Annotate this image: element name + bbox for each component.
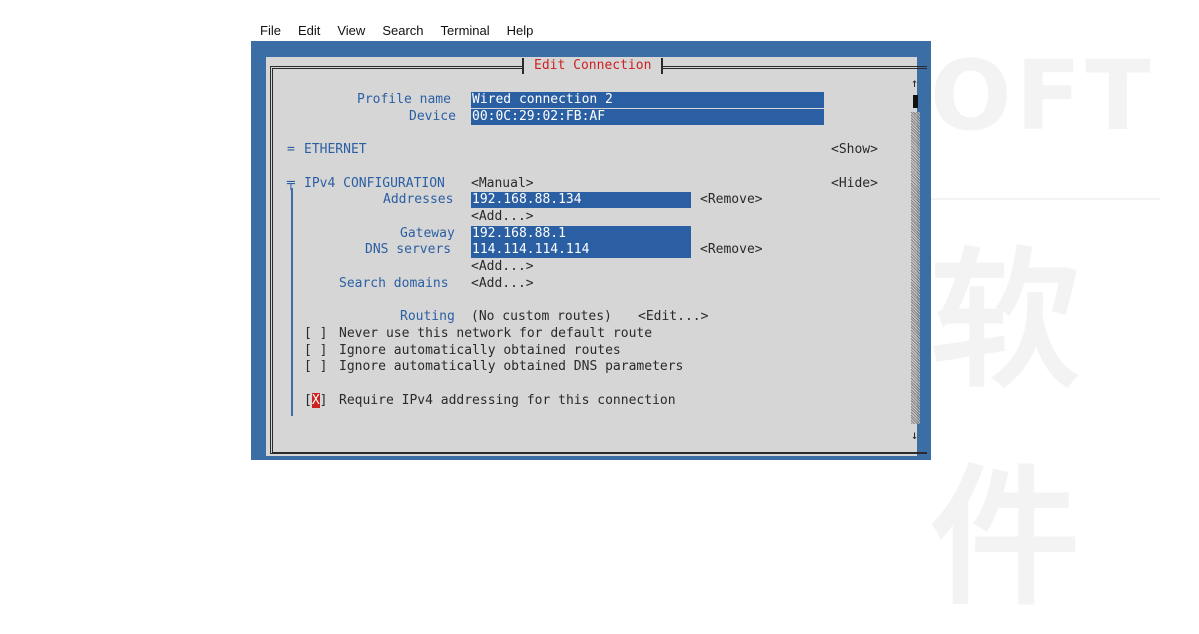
dns-server-input[interactable]: 114.114.114.114 [471,242,691,258]
ipv4-mode-dropdown[interactable]: <Manual> [471,176,534,192]
routing-value: (No custom routes) [471,309,612,324]
checkbox-require-ipv4[interactable]: [X] [304,393,327,409]
routing-edit-button[interactable]: <Edit...> [638,309,708,325]
profile-name-label: Profile name [357,92,451,107]
checkbox-open-bracket: [ [304,393,312,408]
search-domains-add-button[interactable]: <Add...> [471,276,534,292]
gateway-input[interactable]: 192.168.88.1 [471,226,691,242]
scrollbar-thumb[interactable] [913,95,918,108]
menu-file[interactable]: File [260,23,281,38]
ethernet-collapse-marker: = [287,142,295,157]
require-ipv4-label: Require IPv4 addressing for this connect… [339,393,676,408]
addresses-label: Addresses [383,192,454,207]
dns-remove-button[interactable]: <Remove> [700,242,763,258]
checkbox-ignore-routes[interactable]: [ ] [304,343,327,359]
ignore-dns-label: Ignore automatically obtained DNS parame… [339,359,684,374]
address-add-button[interactable]: <Add...> [471,209,534,225]
ethernet-show-button[interactable]: <Show> [831,142,878,158]
routing-label: Routing [400,309,455,324]
ethernet-section-label: ETHERNET [304,142,367,157]
menu-search[interactable]: Search [382,23,423,38]
checkbox-close-bracket: ] [319,393,328,408]
checkbox-ignore-dns[interactable]: [ ] [304,359,327,375]
scroll-down-arrow-icon[interactable]: ↓ [911,428,918,442]
dns-add-button[interactable]: <Add...> [471,259,534,275]
address-input[interactable]: 192.168.88.134 [471,192,691,208]
menu-view[interactable]: View [337,23,365,38]
ignore-routes-label: Ignore automatically obtained routes [339,343,621,358]
gateway-label: Gateway [400,226,455,241]
search-domains-label: Search domains [339,276,449,291]
watermark-text-bottom: 软件 [930,235,1081,626]
device-label: Device [409,109,456,124]
ipv4-section-label: IPv4 CONFIGURATION [304,176,445,191]
dialog-title: Edit Connection [522,58,664,74]
scroll-up-arrow-icon[interactable]: ↑ [911,76,918,90]
menu-terminal[interactable]: Terminal [441,23,490,38]
checkbox-never-default-route[interactable]: [ ] [304,326,327,342]
menu-help[interactable]: Help [507,23,534,38]
device-input[interactable]: 00:0C:29:02:FB:AF [471,109,824,125]
address-remove-button[interactable]: <Remove> [700,192,763,208]
profile-name-input[interactable]: Wired connection 2 [471,92,824,108]
checkbox-checked-mark: X [311,393,320,408]
watermark-text-top: OFT [930,40,1155,152]
dns-servers-label: DNS servers [365,242,452,257]
ipv4-section-line [291,188,293,416]
scrollbar-track[interactable] [911,112,920,424]
menu-bar: File Edit View Search Terminal Help [252,18,542,42]
menu-edit[interactable]: Edit [298,23,320,38]
never-default-route-label: Never use this network for default route [339,326,653,341]
ipv4-hide-button[interactable]: <Hide> [831,176,878,192]
